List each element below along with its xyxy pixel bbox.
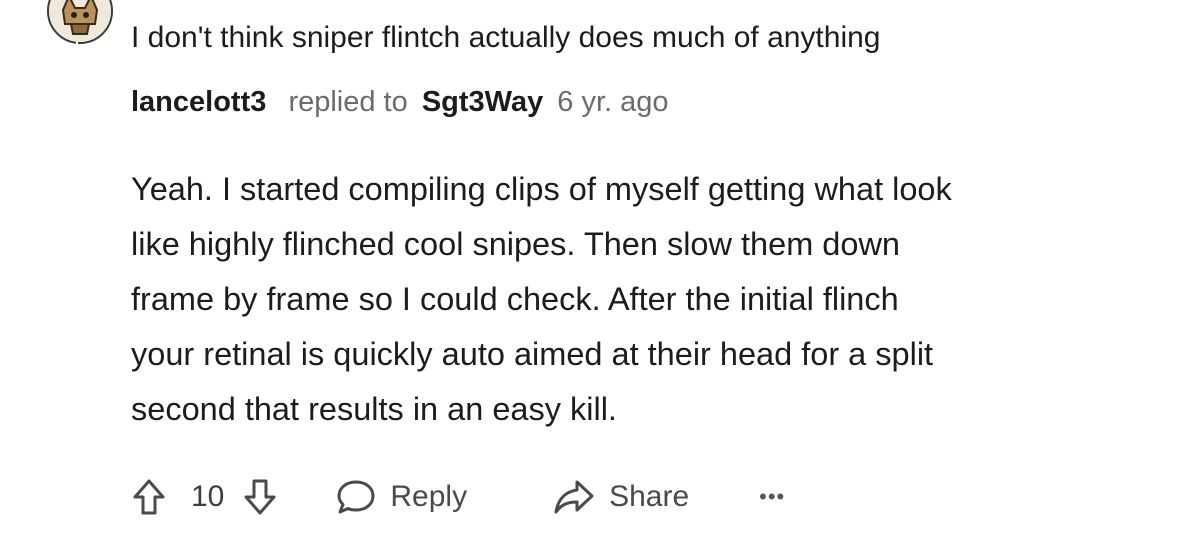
more-options-button[interactable]: •••: [759, 484, 785, 510]
reply-body-line: frame by frame so I could check. After t…: [131, 281, 899, 317]
upvote-arrow-icon: [133, 479, 165, 515]
avatar[interactable]: [47, 0, 113, 44]
reply-body-line: Yeah. I started compiling clips of mysel…: [131, 171, 952, 207]
comment-actions: 10 Reply Share •••: [131, 474, 785, 520]
reply-body: Yeah. I started compiling clips of mysel…: [131, 162, 1161, 437]
replied-to-label: replied to: [288, 86, 408, 118]
reply-body-line: your retinal is quickly auto aimed at th…: [131, 336, 934, 372]
comment-bubble-icon: [337, 480, 375, 514]
reply-button[interactable]: Reply: [336, 478, 467, 516]
downvote-button[interactable]: [242, 477, 278, 517]
vote-score: 10: [191, 480, 225, 513]
share-button[interactable]: Share: [553, 478, 689, 516]
downvote-arrow-icon: [244, 479, 276, 515]
avatar-image: [49, 0, 111, 42]
thread-line[interactable]: [76, 42, 78, 554]
reply-label: Reply: [390, 480, 468, 513]
share-label: Share: [609, 480, 690, 513]
reply-age: 6 yr. ago: [557, 86, 669, 118]
share-arrow-icon: [554, 480, 594, 514]
reply-meta: lancelott3 replied to Sgt3Way 6 yr. ago: [131, 82, 669, 122]
upvote-button[interactable]: [131, 477, 167, 517]
parent-author-link[interactable]: Sgt3Way: [422, 86, 543, 118]
reply-author[interactable]: lancelott3: [131, 86, 266, 118]
reply-body-line: second that results in an easy kill.: [131, 391, 617, 427]
reply-body-line: like highly flinched cool snipes. Then s…: [131, 226, 900, 262]
parent-comment-text: I don't think sniper flintch actually do…: [131, 21, 881, 54]
